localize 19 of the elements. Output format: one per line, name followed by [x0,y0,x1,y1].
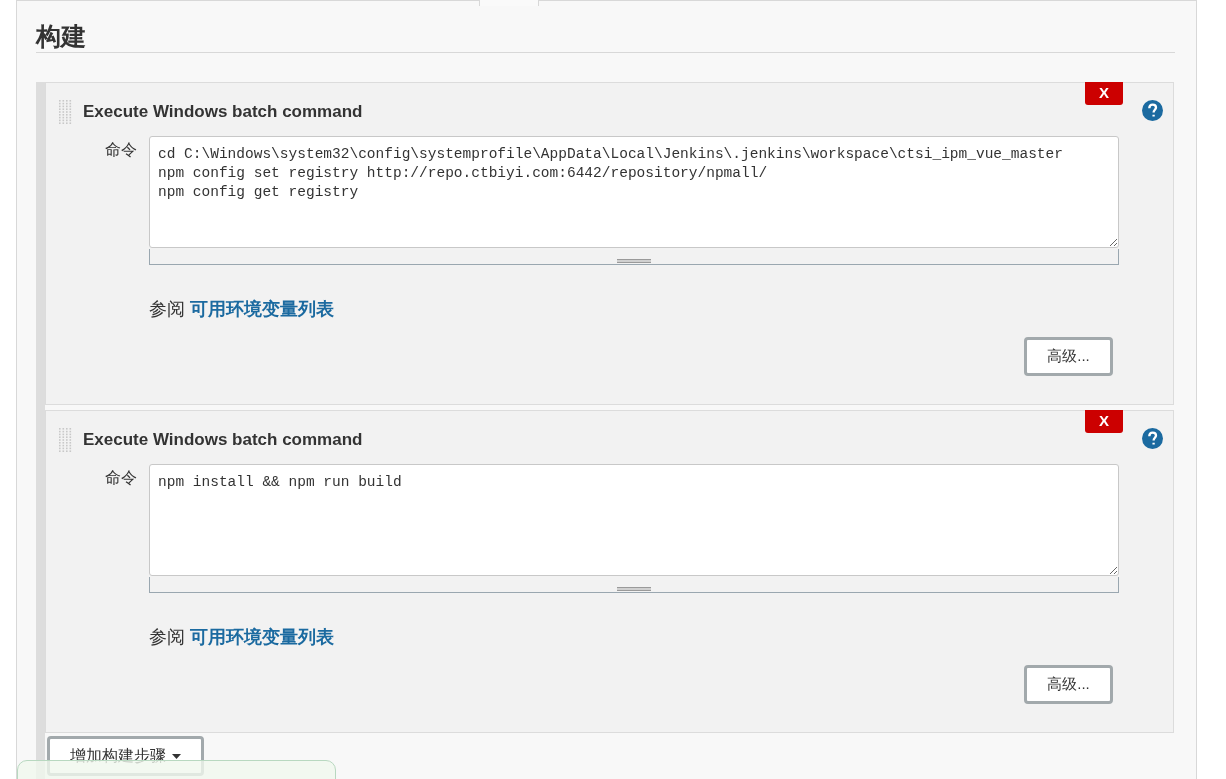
field-label: 命令 [104,468,138,488]
delete-button[interactable]: X [1085,82,1123,105]
drag-handle-icon[interactable] [58,99,73,125]
help-icon[interactable] [1142,100,1163,121]
command-field[interactable]: cd C:\Windows\system32\config\systemprofile\AppData\Local\Jenkins\.jenkins\workspace\ctsi_ipm_vue_master npm config set registry http://repo.ctbiyi.com:6442/repository/npmall/ npm config get registry [149,136,1119,248]
step-title: Execute Windows batch command [83,429,363,452]
environment-variables-link[interactable]: 可用环境变量列表 [190,299,334,319]
see-also-text: 参阅 [149,299,185,319]
drag-handle-icon[interactable] [58,427,73,453]
advanced-button[interactable]: 高级... [1024,337,1113,376]
advanced-button[interactable]: 高级... [1024,665,1113,704]
field-label: 命令 [104,140,138,160]
step-title: Execute Windows batch command [83,101,363,124]
section-title: 构建 [36,21,87,51]
command-field[interactable]: npm install && npm run build [149,464,1119,576]
delete-button[interactable]: X [1085,410,1123,433]
environment-variables-link[interactable]: 可用环境变量列表 [190,627,334,647]
help-icon[interactable] [1142,428,1163,449]
see-also-text: 参阅 [149,627,185,647]
